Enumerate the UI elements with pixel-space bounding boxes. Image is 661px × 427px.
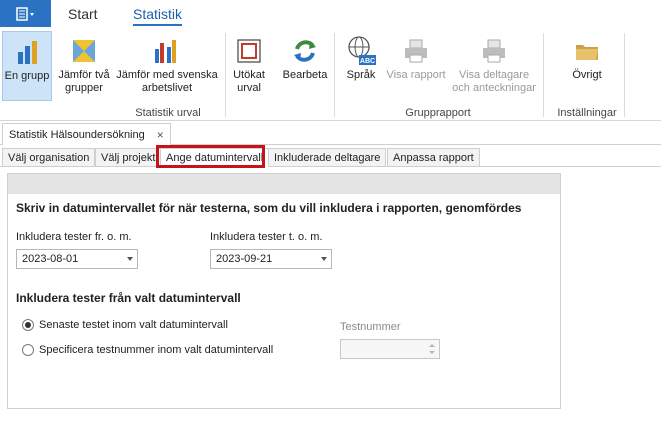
refresh-icon: [294, 40, 316, 62]
testnumber-stepper[interactable]: [340, 339, 440, 359]
compare-groups-icon: [73, 40, 95, 62]
ovrigt-button[interactable]: Övrigt: [560, 31, 614, 101]
chevron-down-icon: [321, 257, 327, 261]
from-date-value: 2023-08-01: [22, 253, 79, 265]
stepper-up-icon[interactable]: [429, 344, 435, 347]
document-tab-label: Statistik Hälsoundersökning: [9, 128, 145, 141]
date-interval-panel: Skriv in datumintervallet för när tester…: [7, 173, 561, 409]
tab-valj-projekt[interactable]: Välj projekt: [95, 148, 162, 167]
printer-icon: [483, 39, 505, 63]
radio-latest-row[interactable]: Senaste testet inom valt datumintervall: [22, 319, 228, 331]
bearbeta-button[interactable]: Bearbeta: [279, 31, 331, 101]
testnumber-label: Testnummer: [340, 321, 401, 333]
from-date-label: Inkludera tester fr. o. m.: [16, 231, 132, 243]
bearbeta-label: Bearbeta: [282, 69, 328, 81]
group-label-grupprapport: Grupprapport: [405, 107, 471, 119]
step-tabs: Välj organisation Välj projekt Ange datu…: [0, 146, 661, 167]
visa-deltagare-label: Visa deltagare och anteckningar: [452, 69, 536, 94]
visa-rapport-label: Visa rapport: [386, 69, 446, 81]
jamfor-tva-grupper-label: Jämför två grupper: [58, 69, 110, 94]
application-menu-button[interactable]: [0, 0, 51, 27]
radio-latest-label: Senaste testet inom valt datumintervall: [39, 319, 228, 331]
document-tab-row: Statistik Hälsoundersökning ×: [0, 121, 661, 145]
subheading: Inkludera tester från valt datuminterval…: [16, 291, 241, 305]
extended-selection-icon: [237, 39, 261, 63]
en-grupp-label: En grupp: [4, 70, 50, 82]
to-date-label: Inkludera tester t. o. m.: [210, 231, 323, 243]
language-globe-icon: ABC: [348, 36, 376, 65]
tab-valj-organisation[interactable]: Välj organisation: [2, 148, 96, 167]
group-separator: [334, 33, 335, 117]
ovrigt-label: Övrigt: [572, 69, 602, 81]
utokat-urval-label: Utökat urval: [233, 69, 265, 94]
ribbon-tab-strip: Start Statistik: [0, 0, 661, 29]
group-label-installningar: Inställningar: [557, 107, 617, 119]
bar-chart-icon: [18, 41, 37, 64]
tab-inkluderade-deltagare[interactable]: Inkluderade deltagare: [268, 148, 387, 167]
jamfor-med-svenska-arbetslivet-label: Jämför med svenska arbetslivet: [116, 69, 218, 94]
to-date-combo[interactable]: 2023-09-21: [210, 249, 332, 269]
from-date-combo[interactable]: 2023-08-01: [16, 249, 138, 269]
jamfor-med-svenska-arbetslivet-button[interactable]: Jämför med svenska arbetslivet: [116, 31, 218, 101]
group-label-statistik-urval: Statistik urval: [135, 107, 201, 119]
ribbon: En grupp Jämför två grupper Jämför med s…: [0, 29, 661, 121]
chevron-down-icon: [127, 257, 133, 261]
ribbon-tab-start[interactable]: Start: [68, 6, 98, 22]
stepper-down-icon[interactable]: [429, 351, 435, 354]
radio-specify[interactable]: [22, 344, 34, 356]
visa-rapport-button[interactable]: Visa rapport: [384, 31, 448, 101]
menu-icon: [15, 6, 34, 21]
panel-heading: Skriv in datumintervallet för när tester…: [16, 201, 522, 215]
ribbon-tab-statistik[interactable]: Statistik: [133, 6, 183, 26]
radio-latest[interactable]: [22, 319, 34, 331]
panel-header: [8, 174, 560, 194]
radio-specify-row[interactable]: Specificera testnummer inom valt datumin…: [22, 344, 273, 356]
jamfor-tva-grupper-button[interactable]: Jämför två grupper: [55, 31, 113, 101]
sprak-button[interactable]: ABC Språk: [340, 31, 382, 101]
printer-icon: [405, 39, 427, 63]
document-tab[interactable]: Statistik Hälsoundersökning ×: [2, 123, 171, 145]
radio-specify-label: Specificera testnummer inom valt datumin…: [39, 344, 274, 356]
group-separator: [543, 33, 544, 117]
tab-ange-datumintervall[interactable]: Ange datumintervall: [160, 148, 270, 167]
utokat-urval-button[interactable]: Utökat urval: [228, 31, 270, 101]
sprak-label: Språk: [346, 69, 376, 81]
group-separator: [624, 33, 625, 117]
close-icon[interactable]: ×: [157, 128, 164, 142]
folder-icon: [576, 45, 598, 60]
abc-badge: ABC: [360, 58, 375, 65]
en-grupp-button[interactable]: En grupp: [2, 31, 52, 101]
grouped-bar-chart-icon: [155, 40, 176, 63]
visa-deltagare-button[interactable]: Visa deltagare och anteckningar: [450, 31, 538, 101]
to-date-value: 2023-09-21: [216, 253, 273, 265]
group-separator: [225, 33, 226, 117]
tab-anpassa-rapport[interactable]: Anpassa rapport: [387, 148, 480, 167]
